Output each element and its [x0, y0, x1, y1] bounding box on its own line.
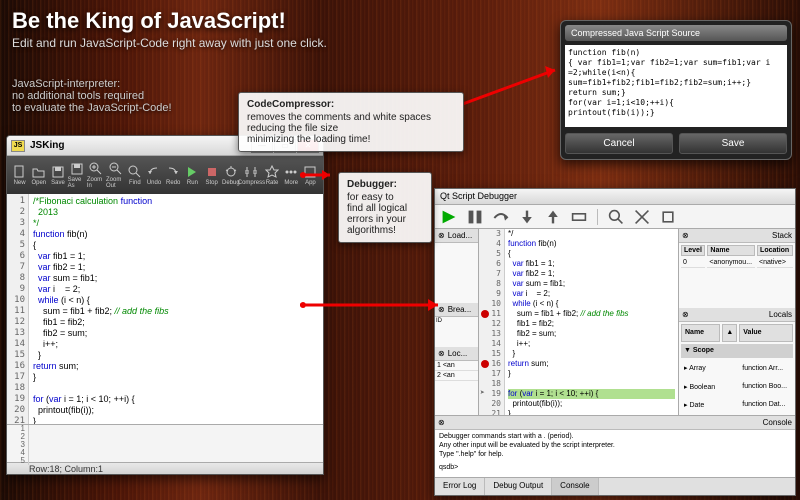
find-button[interactable]: Find [125, 165, 144, 186]
locals-row[interactable]: ▸ Booleanfunction Boo... [681, 378, 793, 394]
tab-console[interactable]: Console [552, 478, 598, 495]
tab-error-log[interactable]: Error Log [435, 478, 485, 495]
compressed-output[interactable]: function fib(n){ var fib1=1;var fib2=1;v… [565, 45, 787, 127]
debugger-window: Qt Script Debugger ⊗Load... ⊗Brea... ID … [434, 188, 796, 496]
run-to-cursor-icon[interactable] [571, 209, 587, 225]
console-output[interactable]: Debugger commands start with a . (period… [435, 430, 795, 474]
debugger-code-text: */function fib(n){ var fib1 = 1; var fib… [505, 229, 678, 415]
loc-row[interactable]: 1 <an [435, 361, 478, 371]
arrow-to-compressor [460, 60, 570, 110]
save-as-button[interactable]: Save As [68, 162, 87, 189]
debugger-left-panel: ⊗Load... ⊗Brea... ID ⊗Loc... 1 <an2 <an [435, 229, 479, 415]
jsking-window: JS JSKing — ▭ ✕ NewOpenSaveSave AsZoom I… [6, 135, 324, 475]
debugger-title[interactable]: Qt Script Debugger [435, 189, 795, 205]
clear-icon[interactable] [634, 209, 650, 225]
stack-panel-header[interactable]: ⊗Stack [679, 229, 795, 243]
open-button[interactable]: Open [29, 165, 48, 186]
locals-panel-header[interactable]: ⊗Loc... [435, 347, 478, 361]
new-button[interactable]: New [10, 165, 29, 186]
hero-title: Be the King of JavaScript! [12, 8, 327, 34]
run-button[interactable]: Run [183, 165, 202, 186]
close-icon[interactable]: ⊗ [438, 418, 445, 427]
compress-button[interactable]: Compress [240, 165, 262, 186]
debugger-code[interactable]: 345678910111213141516171819➤2021 */funct… [479, 229, 678, 415]
continue-icon[interactable] [441, 209, 457, 225]
rate-button[interactable]: Rate [262, 165, 281, 186]
line-gutter: 123456789101112131415161718192021 [7, 194, 29, 424]
callout-compressor: CodeCompressor: removes the comments and… [238, 92, 464, 152]
callout-debugger: Debugger: for easy to find all logical e… [338, 172, 432, 243]
app-icon: JS [11, 140, 25, 152]
code-editor[interactable]: 123456789101112131415161718192021 /*Fibo… [7, 194, 323, 424]
close-icon[interactable]: ⊗ [438, 231, 445, 240]
step-out-icon[interactable] [545, 209, 561, 225]
output-grid: 12345 [7, 424, 323, 462]
loc-row[interactable]: 2 <an [435, 371, 478, 381]
tab-debug-output[interactable]: Debug Output [485, 478, 552, 495]
loaded-panel-header[interactable]: ⊗Load... [435, 229, 478, 243]
zoom-out-button[interactable]: Zoom Out [106, 162, 125, 189]
console-header[interactable]: ⊗Console [435, 416, 795, 430]
redo-button[interactable]: Redo [164, 165, 183, 186]
stack-table[interactable]: LevelNameLocation 0<anonymou...<native> [679, 243, 795, 270]
console-panel: ⊗Console Debugger commands start with a … [435, 415, 795, 477]
step-over-icon[interactable] [493, 209, 509, 225]
pause-icon[interactable] [467, 209, 483, 225]
compress-dialog: Compressed Java Script Source function f… [560, 20, 792, 160]
locals-row[interactable]: ▸ Datefunction Dat... [681, 397, 793, 413]
hero: Be the King of JavaScript! Edit and run … [12, 8, 327, 50]
window-title: JSKing [30, 140, 251, 151]
close-icon[interactable]: ⊗ [438, 305, 445, 314]
hero-subtitle: Edit and run JavaScript-Code right away … [12, 36, 327, 50]
settings-icon[interactable] [660, 209, 676, 225]
debugger-tabs: Error LogDebug OutputConsole [435, 477, 795, 495]
subhero-text: JavaScript-interpreter: no additional to… [12, 78, 172, 114]
dialog-title: Compressed Java Script Source [565, 25, 787, 41]
save-button[interactable]: Save [48, 165, 67, 186]
zoom-in-button[interactable]: Zoom In [87, 162, 106, 189]
find-icon[interactable] [608, 209, 624, 225]
code-area[interactable]: /*Fibonaci calculation function 2013*/fu… [29, 194, 323, 424]
stack-row: 0<anonymou...<native> [681, 258, 793, 268]
breakpoints-panel-header[interactable]: ⊗Brea... [435, 303, 478, 317]
locals-row[interactable]: ▸ Arrayfunction Arr... [681, 360, 793, 376]
locals-panel-header[interactable]: ⊗Locals [679, 308, 795, 322]
app-button[interactable]: App [301, 165, 320, 186]
locals-table[interactable]: Name▲Value ▼ Scope ▸ Arrayfunction Arr..… [679, 322, 795, 415]
close-icon[interactable]: ⊗ [438, 349, 445, 358]
debugger-gutter: 345678910111213141516171819➤2021 [479, 229, 505, 415]
toolbar: NewOpenSaveSave AsZoom InZoom OutFindUnd… [7, 156, 323, 194]
close-icon[interactable]: ⊗ [682, 231, 689, 240]
undo-button[interactable]: Undo [144, 165, 163, 186]
step-into-icon[interactable] [519, 209, 535, 225]
stop-button[interactable]: Stop [202, 165, 221, 186]
cancel-button[interactable]: Cancel [565, 133, 673, 154]
debugger-toolbar [435, 205, 795, 229]
status-bar: Row:18; Column:1 [7, 462, 323, 475]
save-button[interactable]: Save [679, 133, 787, 154]
more-button[interactable]: More [282, 165, 301, 186]
close-icon[interactable]: ⊗ [682, 310, 689, 319]
